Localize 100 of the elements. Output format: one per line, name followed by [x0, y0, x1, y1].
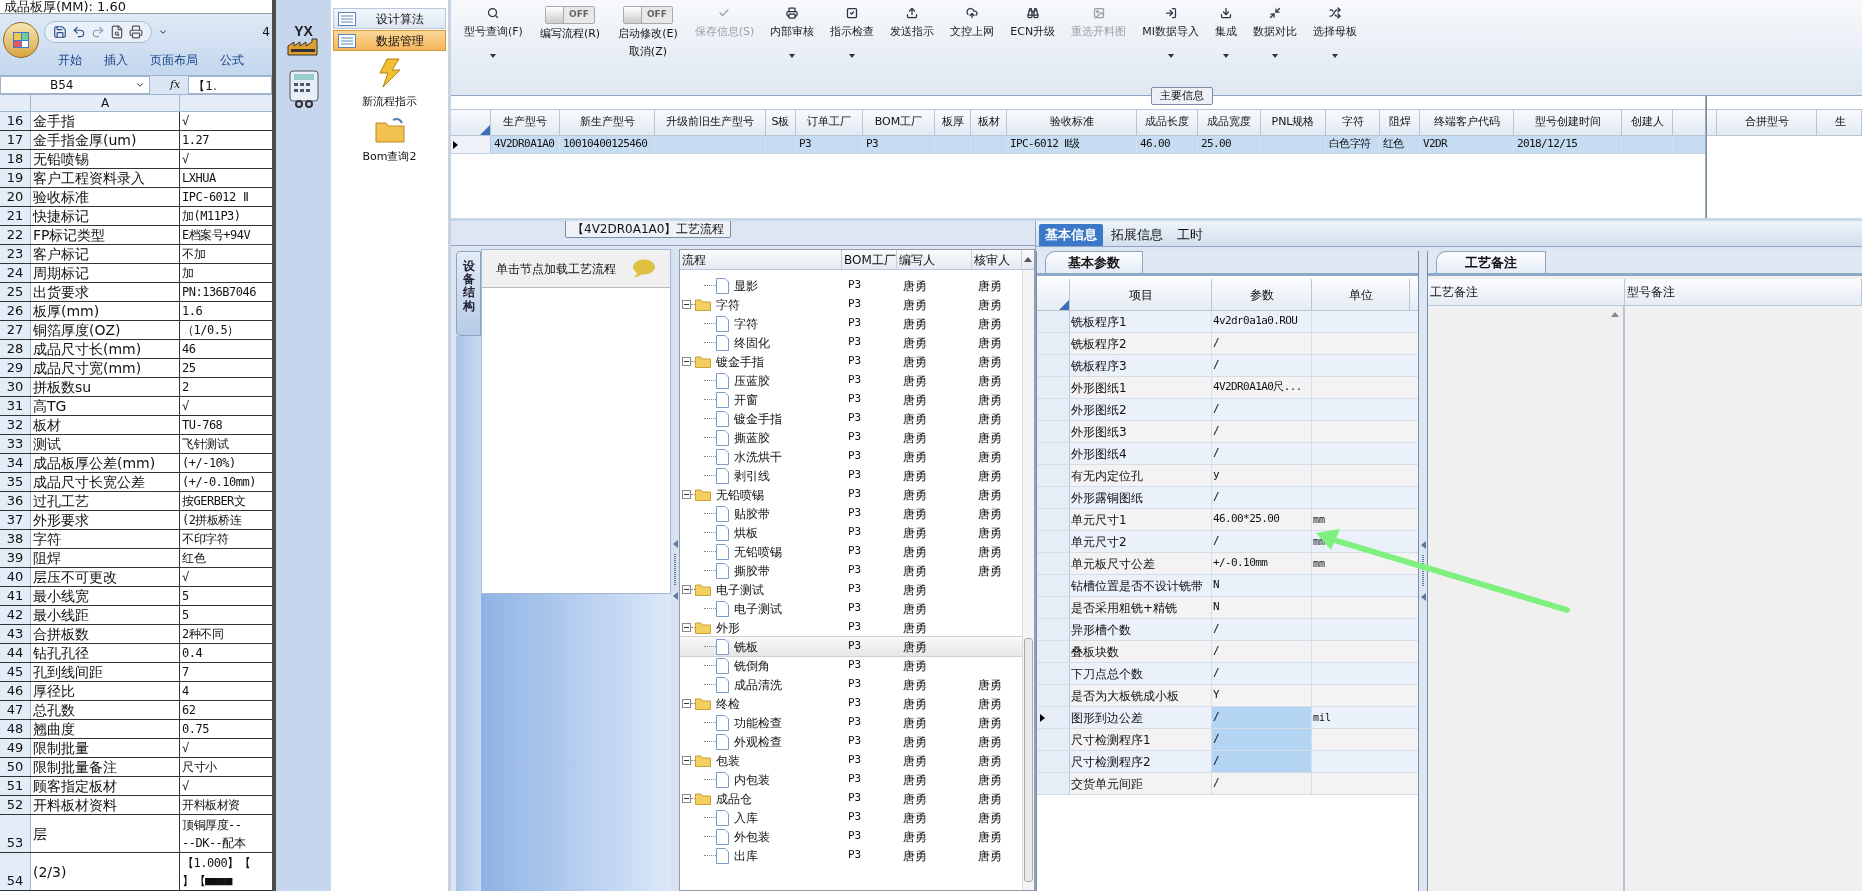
- table-row[interactable]: 外形图纸2 /: [1037, 399, 1418, 421]
- caret-icon[interactable]: [158, 27, 168, 37]
- column-header[interactable]: 生产型号: [491, 110, 560, 135]
- tree-row[interactable]: 字符 P3 唐勇 唐勇: [680, 314, 1022, 333]
- ribbon-tab[interactable]: 公式: [220, 50, 244, 69]
- tile-label[interactable]: Bom查询2: [362, 148, 417, 165]
- row-number[interactable]: 46: [0, 682, 31, 700]
- formula-field[interactable]: 【1.: [188, 76, 272, 94]
- column-header[interactable]: 字符: [1326, 110, 1380, 135]
- splitter-handle-icon[interactable]: [672, 540, 678, 600]
- row-number[interactable]: 41: [0, 587, 31, 605]
- collapse-icon[interactable]: [682, 300, 691, 309]
- table-row[interactable]: 4V2DR0A1A0 10010400125460 P3 P3 IPC-6012 Ⅱ级 46.00 25.00 白色字符 红色 V2DR 2018/12/15: [451, 136, 1705, 154]
- value-cell[interactable]: /: [1212, 641, 1312, 662]
- row-number[interactable]: 40: [0, 568, 31, 586]
- table-row[interactable]: 有无内定位孔 y: [1037, 465, 1418, 487]
- value-cell[interactable]: +/-0.10mm: [1212, 553, 1312, 574]
- row-number[interactable]: 17: [0, 131, 31, 149]
- column-header[interactable]: 合拼型号: [1717, 110, 1817, 135]
- toggle-switch[interactable]: OFF: [622, 6, 673, 24]
- tree-row[interactable]: 显影 P3 唐勇 唐勇: [680, 276, 1022, 295]
- row-number[interactable]: 39: [0, 549, 31, 567]
- table-row[interactable]: 外形图纸3 /: [1037, 421, 1418, 443]
- tree-row[interactable]: 电子测试 P3 唐勇: [680, 580, 1022, 599]
- row-number[interactable]: 25: [0, 283, 31, 301]
- column-header[interactable]: 工艺备注: [1428, 279, 1625, 305]
- value-cell[interactable]: /: [1212, 751, 1312, 772]
- column-header[interactable]: 终端客户代码: [1420, 110, 1514, 135]
- value-cell[interactable]: /: [1212, 421, 1312, 442]
- column-header[interactable]: 板材: [971, 110, 1007, 135]
- row-number[interactable]: 49: [0, 739, 31, 757]
- tree-row[interactable]: 剥引线 P3 唐勇 唐勇: [680, 466, 1022, 485]
- row-number[interactable]: 16: [0, 112, 31, 130]
- ribbon-tab[interactable]: 开始: [58, 50, 82, 69]
- value-cell[interactable]: N: [1212, 575, 1312, 596]
- tree-row[interactable]: 无铅喷锡 P3 唐勇 唐勇: [680, 542, 1022, 561]
- tree-row[interactable]: 功能检查 P3 唐勇 唐勇: [680, 713, 1022, 732]
- collapse-icon[interactable]: [682, 699, 691, 708]
- column-header[interactable]: 型号备注: [1625, 279, 1862, 305]
- value-cell[interactable]: /: [1212, 663, 1312, 684]
- row-number[interactable]: 22: [0, 226, 31, 244]
- menu-item[interactable]: 数据管理: [333, 30, 446, 51]
- row-number[interactable]: 53: [0, 815, 31, 852]
- table-row[interactable]: 单元板尺寸公差 +/-0.10mm mm: [1037, 553, 1418, 575]
- scroll-up-icon[interactable]: [1024, 257, 1032, 262]
- row-number[interactable]: 51: [0, 777, 31, 795]
- column-header[interactable]: 新生产型号: [560, 110, 655, 135]
- table-row[interactable]: 是否为大板铣成小板 Y: [1037, 685, 1418, 707]
- tree-row[interactable]: 镀金手指 P3 唐勇 唐勇: [680, 409, 1022, 428]
- toolbar-button[interactable]: 指示检查: [823, 6, 882, 78]
- table-row[interactable]: 外形图纸4 /: [1037, 443, 1418, 465]
- tree-row[interactable]: 包装 P3 唐勇 唐勇: [680, 751, 1022, 770]
- row-number[interactable]: 18: [0, 150, 31, 168]
- toolbar-button[interactable]: ECN升级: [1003, 6, 1063, 78]
- office-button[interactable]: [3, 22, 39, 58]
- row-number[interactable]: 24: [0, 264, 31, 282]
- table-row[interactable]: 交货单元间距 /: [1037, 773, 1418, 795]
- column-header[interactable]: 型号创建时间: [1514, 110, 1622, 135]
- row-number[interactable]: 52: [0, 796, 31, 814]
- row-number[interactable]: 47: [0, 701, 31, 719]
- row-number[interactable]: 29: [0, 359, 31, 377]
- row-number[interactable]: 54: [0, 853, 31, 890]
- tree-row[interactable]: 无铅喷锡 P3 唐勇 唐勇: [680, 485, 1022, 504]
- value-cell[interactable]: /: [1212, 707, 1312, 728]
- table-row[interactable]: 铣板程序2 /: [1037, 333, 1418, 355]
- printer-icon[interactable]: [129, 25, 143, 39]
- column-header[interactable]: 验收标准: [1007, 110, 1137, 135]
- value-cell[interactable]: y: [1212, 465, 1312, 486]
- value-cell[interactable]: /: [1212, 773, 1312, 794]
- side-tab[interactable]: 设备结构: [456, 251, 481, 336]
- value-cell[interactable]: /: [1212, 399, 1312, 420]
- tree-row[interactable]: 成品清洗 P3 唐勇 唐勇: [680, 675, 1022, 694]
- tree-row[interactable]: 外形 P3 唐勇: [680, 618, 1022, 637]
- toolbar-button[interactable]: 选择母板: [1305, 6, 1364, 78]
- column-header[interactable]: 核审人: [972, 250, 1022, 269]
- table-row[interactable]: 外形图纸1 4V2DR0A1A0尺...: [1037, 377, 1418, 399]
- row-number[interactable]: 35: [0, 473, 31, 491]
- toolbar-button[interactable]: 型号查询(F): [457, 6, 530, 78]
- row-number[interactable]: 38: [0, 530, 31, 548]
- collapse-icon[interactable]: [682, 756, 691, 765]
- undo-icon[interactable]: [72, 25, 86, 39]
- row-number[interactable]: 44: [0, 644, 31, 662]
- value-cell[interactable]: /: [1212, 729, 1312, 750]
- tile-label[interactable]: 新流程指示: [362, 94, 417, 111]
- column-header[interactable]: 编写人: [897, 250, 972, 269]
- row-number[interactable]: 19: [0, 169, 31, 187]
- tree-row[interactable]: 电子测试 P3 唐勇: [680, 599, 1022, 618]
- value-cell[interactable]: /: [1212, 333, 1312, 354]
- value-cell[interactable]: /: [1212, 619, 1312, 640]
- ribbon-tab[interactable]: 页面布局: [150, 50, 198, 69]
- collapse-icon[interactable]: [682, 357, 691, 366]
- table-row[interactable]: 单元尺寸1 46.00*25.00 mm: [1037, 509, 1418, 531]
- panel-tab[interactable]: 基本参数: [1045, 251, 1143, 273]
- corner-icon[interactable]: [480, 125, 490, 135]
- tab[interactable]: 基本信息: [1039, 224, 1103, 246]
- row-number[interactable]: 28: [0, 340, 31, 358]
- column-header[interactable]: S板: [766, 110, 796, 135]
- hint-bar[interactable]: 单击节点加载工艺流程: [482, 250, 670, 288]
- toolbar-button[interactable]: 文控上网: [943, 6, 1002, 78]
- row-number[interactable]: 21: [0, 207, 31, 225]
